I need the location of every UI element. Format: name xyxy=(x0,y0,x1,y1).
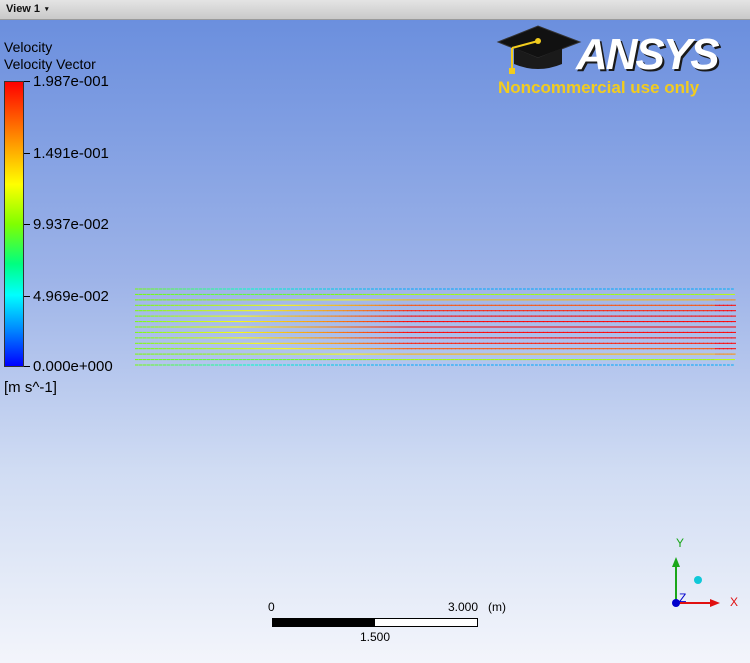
legend-tick-label: 1.491e-001 xyxy=(33,145,109,162)
x-axis-label: X xyxy=(730,595,739,609)
scale-unit-label: (m) xyxy=(488,600,506,614)
legend-title: Velocity xyxy=(4,39,53,55)
scale-mid-label: 1.500 xyxy=(360,630,391,644)
scale-bar-fill xyxy=(273,619,375,626)
legend-tick-mark xyxy=(24,153,30,154)
view-1-tab[interactable]: View 1 ▾ xyxy=(0,0,57,19)
scale-bar xyxy=(272,618,478,627)
graphics-viewport[interactable]: Velocity Velocity Vector 1.987e-001 1.49… xyxy=(0,20,750,663)
chevron-down-icon[interactable]: ▾ xyxy=(45,6,49,13)
legend-tick-mark xyxy=(24,81,30,82)
scale-zero-label: 0 xyxy=(268,600,275,614)
view-tab-bar: View 1 ▾ xyxy=(0,0,750,20)
legend-units: [m s^-1] xyxy=(4,379,57,396)
color-legend-bar xyxy=(4,81,24,367)
y-axis-label: Y xyxy=(676,536,685,550)
graduation-cap-icon xyxy=(496,25,582,74)
legend-tick-label: 0.000e+000 xyxy=(33,358,113,375)
legend-tick-label: 9.937e-002 xyxy=(33,216,109,233)
noncommercial-notice: Noncommercial use only xyxy=(498,78,700,97)
ansys-logo: ANSYS Noncommercial use only xyxy=(496,24,736,104)
velocity-vector-field xyxy=(135,288,736,366)
view-tab-label: View 1 xyxy=(6,3,41,15)
logo-wordmark: ANSYS xyxy=(576,30,720,79)
legend-tick-mark xyxy=(24,224,30,225)
scale-max-label: 3.000 xyxy=(448,600,479,614)
legend-tick-label: 1.987e-001 xyxy=(33,73,109,90)
legend-tick-label: 4.969e-002 xyxy=(33,288,109,305)
z-axis-label: Z xyxy=(679,591,687,605)
legend-tick-mark xyxy=(24,296,30,297)
axis-triad[interactable]: Y X Z xyxy=(660,535,750,615)
legend-subtitle: Velocity Vector xyxy=(4,56,96,72)
legend-tick-mark xyxy=(24,366,30,367)
